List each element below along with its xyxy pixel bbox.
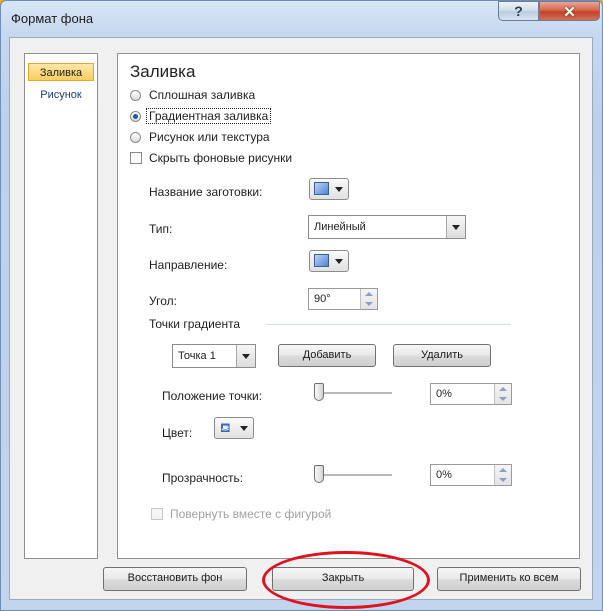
paint-bucket-icon: ⛾ xyxy=(220,420,231,435)
category-list: Заливка Рисунок xyxy=(24,53,98,559)
help-icon: ? xyxy=(514,3,523,19)
stop-color-button[interactable]: ⛾ xyxy=(214,417,254,439)
angle-label: Угол: xyxy=(149,294,177,308)
gradient-stop-value: Точка 1 xyxy=(178,350,216,362)
gradient-swatch-icon xyxy=(314,182,329,195)
direction-button[interactable] xyxy=(309,250,349,272)
transparency-slider-thumb[interactable] xyxy=(314,465,324,483)
chevron-down-icon xyxy=(335,187,343,192)
angle-spinner[interactable]: 90° xyxy=(308,288,378,310)
spinner-arrows-icon[interactable] xyxy=(494,465,511,485)
gradient-stops-label: Точки градиента xyxy=(149,317,241,331)
preset-label: Название заготовки: xyxy=(149,185,263,199)
help-button[interactable]: ? xyxy=(498,1,539,21)
window-close-button[interactable]: ✕ xyxy=(539,1,600,21)
spinner-arrows-icon[interactable] xyxy=(360,289,377,309)
section-divider xyxy=(266,324,511,325)
radio-solid-fill[interactable] xyxy=(130,90,141,101)
title-bar[interactable]: Формат фона ? ✕ xyxy=(1,1,602,37)
chevron-down-icon xyxy=(446,216,465,238)
color-label: Цвет: xyxy=(162,426,193,440)
format-background-dialog: Формат фона ? ✕ Заливка Рисунок Заливка … xyxy=(0,0,603,611)
fill-panel: Заливка Сплошная заливка Градиентная зал… xyxy=(117,53,580,559)
remove-stop-button[interactable]: Удалить xyxy=(393,344,491,367)
stop-position-spinner[interactable]: 0% xyxy=(430,383,512,405)
panel-heading: Заливка xyxy=(130,62,196,81)
transparency-value: 0% xyxy=(436,469,452,481)
type-select[interactable]: Линейный xyxy=(308,215,466,239)
position-slider-thumb[interactable] xyxy=(314,383,324,401)
type-label: Тип: xyxy=(149,222,173,236)
gradient-stop-select[interactable]: Точка 1 xyxy=(172,344,256,368)
checkbox-hide-background-label[interactable]: Скрыть фоновые рисунки xyxy=(149,151,292,165)
reset-background-button[interactable]: Восстановить фон xyxy=(103,567,247,591)
apply-to-all-button[interactable]: Применить ко всем xyxy=(437,567,581,591)
type-select-value: Линейный xyxy=(314,221,366,233)
direction-label: Направление: xyxy=(149,258,228,272)
radio-picture-texture[interactable] xyxy=(130,132,141,143)
stop-position-label: Положение точки: xyxy=(162,389,263,403)
nav-item-label: Рисунок xyxy=(40,89,82,101)
dialog-client: Заливка Рисунок Заливка Сплошная заливка… xyxy=(9,37,593,600)
chevron-down-icon xyxy=(240,426,248,431)
nav-item-label: Заливка xyxy=(39,67,83,79)
nav-item-fill[interactable]: Заливка xyxy=(28,63,94,81)
stop-position-value: 0% xyxy=(436,388,452,400)
transparency-spinner[interactable]: 0% xyxy=(430,464,512,486)
radio-gradient-fill-label[interactable]: Градиентная заливка xyxy=(145,108,272,124)
chevron-down-icon xyxy=(236,345,255,367)
add-stop-button[interactable]: Добавить xyxy=(278,344,376,367)
checkbox-rotate-with-shape-label[interactable]: Повернуть вместе с фигурой xyxy=(170,507,331,521)
preset-gradient-button[interactable] xyxy=(309,178,349,200)
transparency-label: Прозрачность: xyxy=(162,471,244,485)
dialog-title: Формат фона xyxy=(11,11,94,26)
nav-item-picture[interactable]: Рисунок xyxy=(28,86,94,104)
close-icon: ✕ xyxy=(563,4,576,21)
transparency-slider-track[interactable] xyxy=(314,474,392,477)
close-button[interactable]: Закрыть xyxy=(272,567,414,591)
spinner-arrows-icon[interactable] xyxy=(494,384,511,404)
gradient-direction-icon xyxy=(314,254,329,267)
angle-value: 90° xyxy=(314,293,331,305)
radio-gradient-fill[interactable] xyxy=(130,111,141,122)
chevron-down-icon xyxy=(335,259,343,264)
radio-picture-texture-label[interactable]: Рисунок или текстура xyxy=(149,130,270,144)
checkbox-rotate-with-shape[interactable] xyxy=(151,508,163,520)
checkbox-hide-background[interactable] xyxy=(130,152,142,164)
radio-solid-fill-label[interactable]: Сплошная заливка xyxy=(149,88,255,102)
position-slider-track[interactable] xyxy=(314,392,392,395)
